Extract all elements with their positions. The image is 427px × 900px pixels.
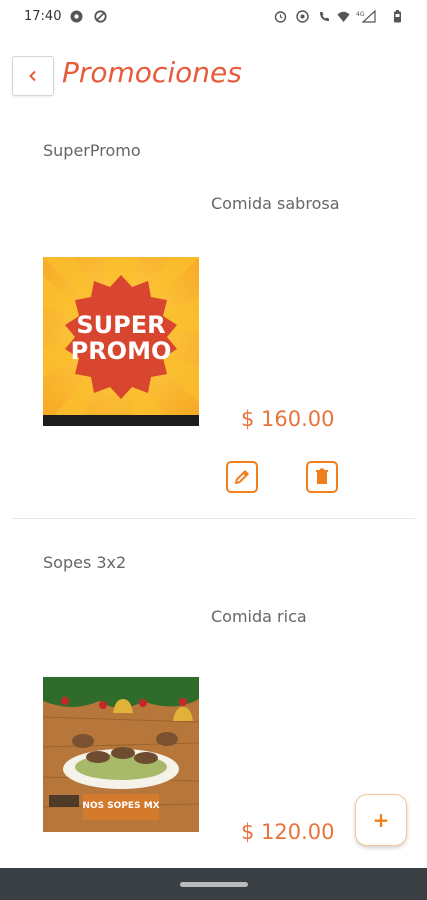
chevron-left-icon xyxy=(26,69,40,83)
promo-description: Comida sabrosa xyxy=(211,194,340,213)
back-button[interactable] xyxy=(12,56,54,96)
alarm-icon xyxy=(274,10,287,23)
status-time: 17:40 xyxy=(24,9,62,24)
promo-description: Comida rica xyxy=(211,607,307,626)
edit-button[interactable] xyxy=(226,461,258,493)
eye-icon xyxy=(296,10,309,23)
signal-icon: 4G xyxy=(356,10,376,23)
battery-icon xyxy=(393,10,402,23)
divider xyxy=(12,518,415,519)
sopes-image-text: NOS SOPES MX xyxy=(82,801,159,811)
promo-price: $ 160.00 xyxy=(241,407,335,431)
superpromo-text-line2: PROMO xyxy=(71,337,172,365)
home-gesture-handle[interactable] xyxy=(180,882,248,887)
promo-name: Sopes 3x2 xyxy=(43,553,127,572)
superpromo-text-line1: SUPER xyxy=(76,311,165,339)
sync-notification-icon xyxy=(94,10,107,23)
promo-name: SuperPromo xyxy=(43,141,141,160)
wifi-call-icon xyxy=(318,10,331,23)
status-bar: 17:40 4G xyxy=(0,0,427,34)
page-title: Promociones xyxy=(62,56,242,89)
delete-button[interactable] xyxy=(306,461,338,493)
pencil-icon xyxy=(232,467,252,487)
promo-image-sopes[interactable]: NOS SOPES MX xyxy=(43,677,199,832)
wifi-icon xyxy=(337,10,350,23)
network-type-label: 4G xyxy=(356,11,365,18)
plus-icon: + xyxy=(372,808,390,832)
system-nav-bar xyxy=(0,868,427,900)
promo-price: $ 120.00 xyxy=(241,820,335,844)
gear-notification-icon xyxy=(70,10,83,23)
promo-image-superpromo[interactable]: SUPER PROMO xyxy=(43,257,199,426)
trash-icon xyxy=(312,467,332,487)
add-promotion-button[interactable]: + xyxy=(355,794,407,846)
